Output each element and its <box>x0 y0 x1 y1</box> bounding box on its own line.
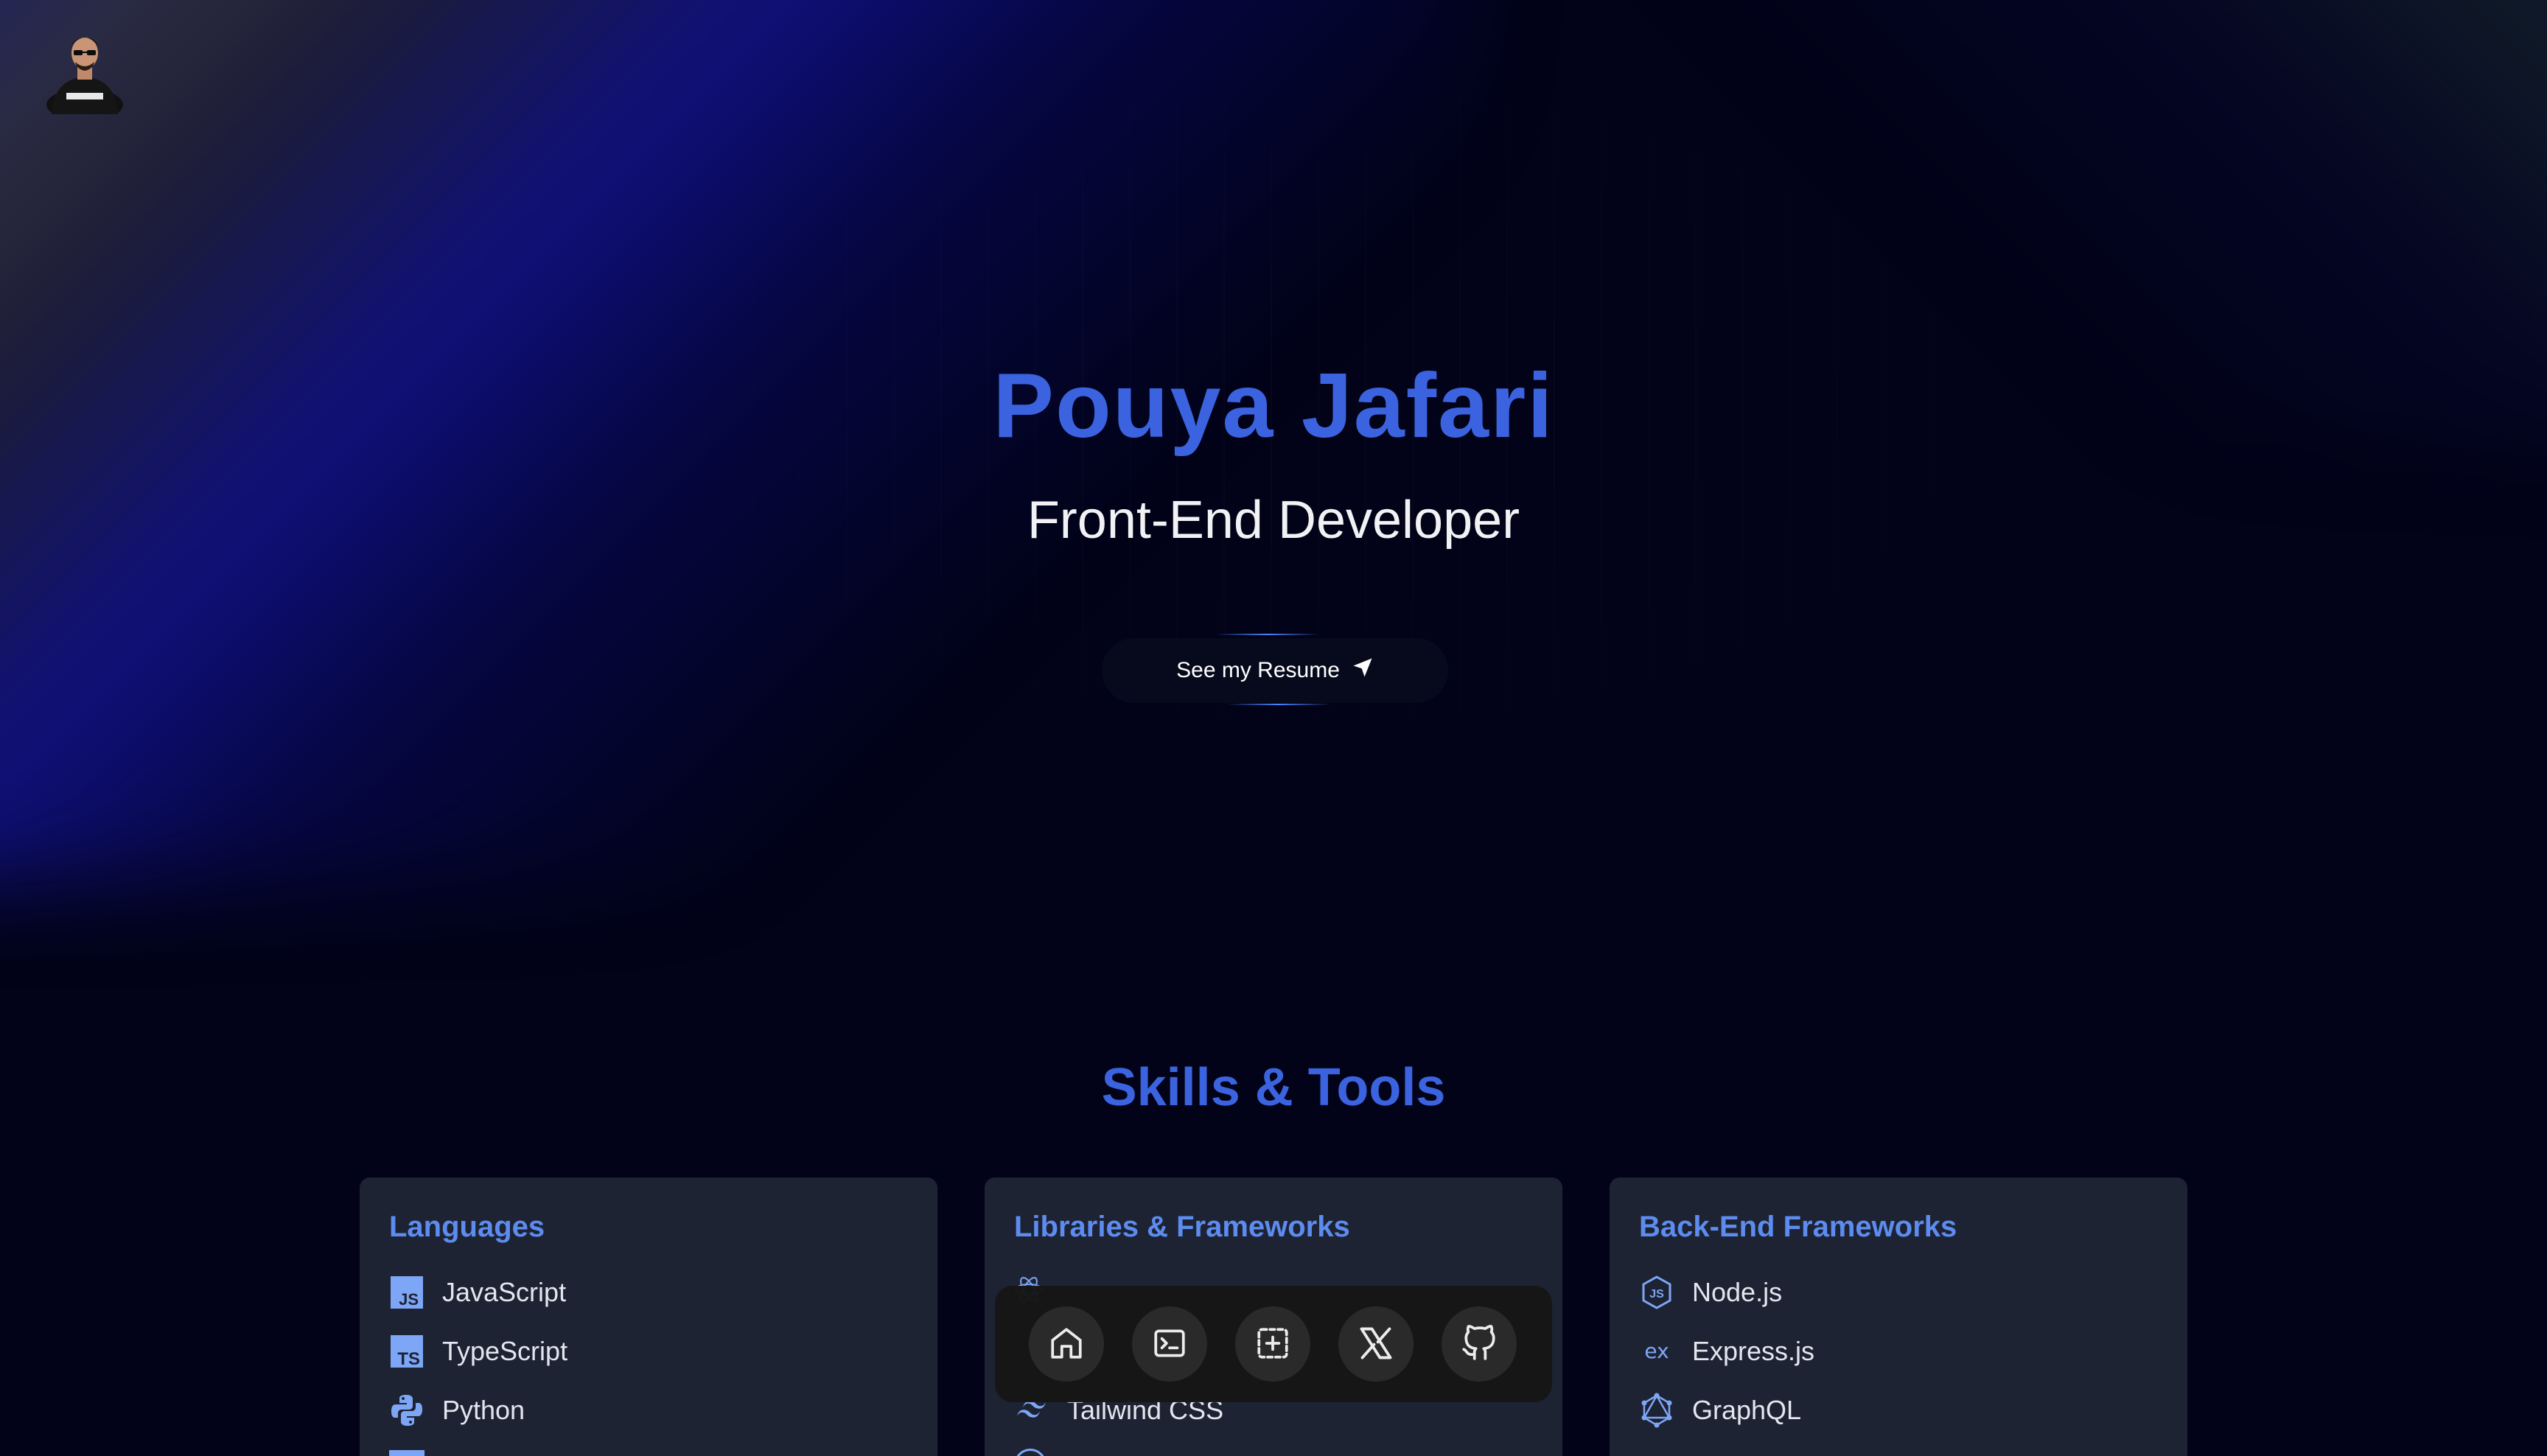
partial-skill-icon <box>1014 1449 1047 1456</box>
skill-item: Python <box>389 1390 525 1431</box>
express-icon: ex <box>1639 1334 1674 1369</box>
skill-label: Node.js <box>1692 1277 1783 1307</box>
resume-button-label: See my Resume <box>1176 658 1340 682</box>
dock-x-button[interactable] <box>1338 1306 1414 1382</box>
javascript-icon: JS <box>389 1275 424 1310</box>
skill-label: TypeScript <box>442 1336 568 1366</box>
skill-item: ex Express.js <box>1639 1331 1814 1372</box>
avatar[interactable] <box>44 22 125 121</box>
svg-text:ex: ex <box>1644 1339 1669 1363</box>
resume-glow-line-bottom <box>1227 704 1330 705</box>
skill-item: JS Node.js <box>1639 1272 1782 1313</box>
focus-icon <box>1254 1325 1291 1364</box>
svg-text:JS: JS <box>1649 1288 1664 1301</box>
skill-label: Python <box>442 1395 525 1425</box>
dock-terminal-button[interactable] <box>1132 1306 1207 1382</box>
dock-focus-button[interactable] <box>1235 1306 1310 1382</box>
graphql-icon <box>1639 1393 1674 1428</box>
skills-card-languages: Languages JS JavaScript TS TypeScript Py… <box>360 1177 937 1456</box>
resume-glow-line-top <box>1216 634 1319 635</box>
github-icon <box>1461 1324 1498 1364</box>
svg-text:JS: JS <box>399 1290 419 1309</box>
typescript-icon: TS <box>389 1334 424 1369</box>
nodejs-icon: JS <box>1639 1275 1674 1310</box>
svg-text:TS: TS <box>397 1349 420 1369</box>
x-icon <box>1357 1324 1395 1365</box>
terminal-icon <box>1151 1325 1188 1364</box>
avatar-image <box>46 37 123 121</box>
dock-github-button[interactable] <box>1442 1306 1517 1382</box>
dock-home-button[interactable] <box>1029 1306 1104 1382</box>
skills-card-backend: Back-End Frameworks JS Node.js ex Expres… <box>1610 1177 2187 1456</box>
hero-subtitle: Front-End Developer <box>1027 491 1520 550</box>
skills-section-title: Skills & Tools <box>1101 1058 1446 1117</box>
home-icon <box>1048 1325 1085 1364</box>
card-title: Libraries & Frameworks <box>1014 1211 1350 1243</box>
card-title: Languages <box>389 1211 545 1243</box>
python-icon <box>389 1393 424 1428</box>
see-resume-button[interactable]: See my Resume <box>1102 638 1448 703</box>
hero-name: Pouya Jafari <box>993 355 1554 457</box>
floating-dock <box>995 1286 1552 1402</box>
portfolio-page: Pouya Jafari Front-End Developer See my … <box>0 0 2547 1456</box>
partial-skill-icon <box>389 1450 424 1456</box>
skill-label: Express.js <box>1692 1336 1815 1366</box>
skill-item: JS JavaScript <box>389 1272 566 1313</box>
skill-item: TS TypeScript <box>389 1331 567 1372</box>
skill-label: JavaScript <box>442 1277 567 1307</box>
skill-item: GraphQL <box>1639 1390 1801 1431</box>
resume-button-wrapper: See my Resume <box>1102 634 1448 707</box>
card-title: Back-End Frameworks <box>1639 1211 1957 1243</box>
send-icon <box>1352 657 1374 685</box>
skill-label: GraphQL <box>1692 1395 1802 1425</box>
